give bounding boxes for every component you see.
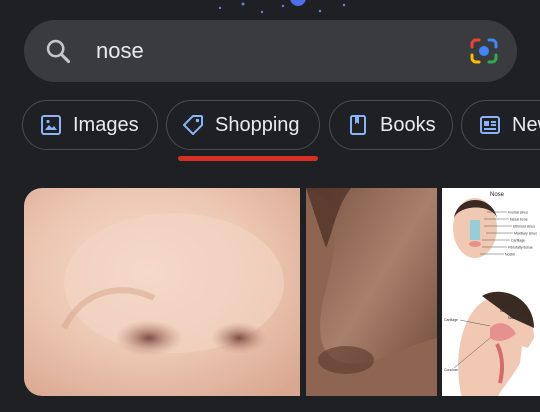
image-result-1[interactable]: [24, 188, 300, 396]
diagram-label: Ethmoid sinus: [513, 225, 535, 229]
diagram-label: Nasal bone: [500, 309, 518, 313]
diagram-label: Maxillary sinus: [514, 232, 537, 236]
diagram-label: Fibrofatty tissue: [508, 246, 533, 250]
header-decoration: [218, 0, 346, 14]
diagram-label: Nasal cavity: [508, 316, 527, 320]
diagram-label: Cartilage: [511, 239, 525, 243]
chip-books[interactable]: Books: [329, 100, 453, 150]
search-input[interactable]: nose: [96, 37, 144, 65]
news-icon: [480, 116, 500, 134]
chip-label: New: [512, 113, 540, 136]
diagram-label: Frontal sinus: [508, 211, 528, 215]
search-bar[interactable]: nose: [24, 20, 517, 82]
nose-photo: [24, 188, 300, 396]
nose-anatomy-diagram: Nose Frontal sinus Nasal bone Ethmoid si…: [442, 188, 540, 396]
diagram-label: Nasal bone: [510, 218, 528, 222]
image-icon: [41, 115, 61, 135]
tag-icon: [183, 115, 203, 135]
image-result-3[interactable]: Nose Frontal sinus Nasal bone Ethmoid si…: [442, 188, 540, 396]
search-filter-chips: Images Shopping Books New: [0, 100, 540, 154]
chip-label: Books: [380, 113, 436, 136]
diagram-label: Cartilage: [444, 318, 458, 322]
nose-photo: [306, 188, 437, 396]
chip-shopping[interactable]: Shopping: [166, 100, 320, 150]
image-result-2[interactable]: [306, 188, 437, 396]
diagram-title: Nose: [490, 192, 505, 198]
selected-tab-indicator: [178, 156, 318, 161]
image-results: Nose Frontal sinus Nasal bone Ethmoid si…: [0, 188, 540, 412]
google-lens-icon[interactable]: [469, 37, 499, 65]
chip-label: Images: [73, 113, 139, 136]
diagram-label: Nostril: [505, 253, 515, 257]
search-icon[interactable]: [44, 37, 72, 65]
chip-news[interactable]: New: [461, 100, 540, 150]
chip-images[interactable]: Images: [22, 100, 158, 150]
diagram-label: Conchae: [444, 368, 458, 372]
chip-label: Shopping: [215, 113, 300, 136]
book-icon: [350, 115, 366, 135]
